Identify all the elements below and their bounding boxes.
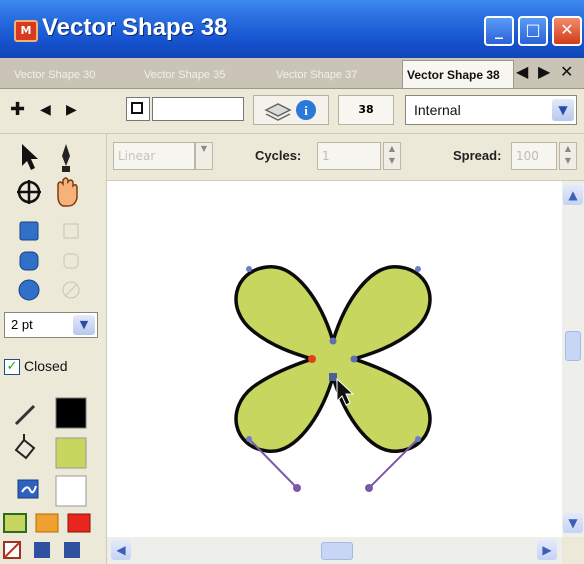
scroll-up-icon[interactable]: ▲ [563,185,583,205]
no-color-icon[interactable] [3,541,21,559]
tab-close-icon[interactable]: ✕ [560,62,573,81]
anchor-point[interactable] [329,337,337,345]
scroll-down-icon[interactable]: ▼ [563,513,583,533]
tab-vector-shape-30[interactable]: Vector Shape 30 [10,64,134,86]
gradient-mode-select[interactable]: Linear [113,142,195,170]
swap-colors-icon[interactable] [34,542,50,558]
clover-shape[interactable] [234,265,432,453]
crosshair-icon[interactable] [17,180,41,204]
bezier-handle-point[interactable] [293,484,301,492]
effect-swatch[interactable] [55,475,87,507]
app-icon: M [14,20,38,42]
horizontal-scroll-thumb[interactable] [321,542,353,560]
scroll-corner [562,537,584,564]
anchor-point[interactable] [350,355,358,363]
tab-scroll-right-icon[interactable]: ▶ [538,62,550,81]
chevron-down-icon[interactable]: ▼ [195,142,213,170]
preset-green-swatch[interactable] [3,513,27,533]
closed-checkbox-row[interactable]: ✓ Closed [4,356,100,380]
shape-outline-icon[interactable] [126,97,150,121]
vector-shape-drawing[interactable] [107,181,562,537]
vector-shape-window: M Vector Shape 38 _ □ ✕ Vector Shape 30 … [0,0,584,564]
scroll-right-icon[interactable]: ▶ [537,540,557,560]
maximize-button[interactable]: □ [518,16,548,46]
stroke-width-value: 2 pt [11,317,33,332]
chevron-down-icon[interactable]: ▼ [552,99,574,121]
spread-spinner[interactable]: ▲ ▼ [559,142,577,170]
cycles-label: Cycles: [255,148,302,163]
rounded-rectangle-outline-icon[interactable] [63,253,79,269]
tab-scroll-left-icon[interactable]: ◀ [516,62,528,81]
stroke-width-select[interactable]: 2 pt ▼ [4,312,98,338]
shape-name-input[interactable] [152,97,244,121]
stroke-color-swatch[interactable] [55,397,87,429]
cycles-spinner[interactable]: ▲ ▼ [383,142,401,170]
title-bar[interactable]: M Vector Shape 38 _ □ ✕ [0,0,584,58]
sort-mode-value: Internal [414,102,461,118]
pen-tool-icon[interactable] [62,144,70,172]
tab-row: Vector Shape 30 Vector Shape 35 Vector S… [0,58,584,89]
minimize-button[interactable]: _ [484,16,514,46]
spread-label: Spread: [453,148,502,163]
drawing-canvas[interactable] [107,181,562,537]
anchor-point[interactable] [246,266,252,272]
tab-vector-shape-37[interactable]: Vector Shape 37 [272,64,394,86]
rectangle-outline-icon[interactable] [63,223,79,239]
close-button[interactable]: ✕ [552,16,582,46]
vertical-scroll-thumb[interactable] [565,331,581,361]
spread-input[interactable]: 100 [511,142,557,170]
vertical-scrollbar[interactable]: ▲ ▼ [562,181,584,537]
horizontal-scrollbar[interactable]: ◀ ▶ [107,537,562,564]
effect-icon[interactable] [17,479,39,499]
layers-info-icon[interactable]: i [254,96,328,124]
tool-panel-graphics [3,144,91,559]
rounded-rectangle-tool-icon[interactable] [19,251,39,271]
sort-mode-select[interactable]: Internal ▼ [405,95,577,125]
fill-color-swatch[interactable] [55,437,87,469]
add-shape-icon[interactable]: ✚ [10,99,25,120]
shape-icon-group: i [253,95,329,125]
tab-vector-shape-38[interactable]: Vector Shape 38 [402,60,514,88]
shape-number-field[interactable]: 38 [338,95,394,125]
shape-toolbar: ✚ ◀ ▶ i 38 Internal ▼ [0,89,584,134]
closed-label: Closed [24,358,68,374]
select-arrow-icon[interactable] [22,144,38,170]
gradient-options-bar: Linear ▼ Cycles: 1 ▲ ▼ Spread: 100 ▲ ▼ [107,134,584,181]
anchor-point[interactable] [246,436,252,442]
rectangle-tool-icon[interactable] [19,221,39,241]
preset-red-swatch[interactable] [67,513,91,533]
ellipse-tool-icon[interactable] [18,279,40,301]
previous-shape-icon[interactable]: ◀ [40,102,51,118]
window-title: Vector Shape 38 [42,14,228,41]
next-shape-icon[interactable]: ▶ [66,102,77,118]
fill-bucket-icon[interactable] [14,434,36,460]
svg-text:i: i [304,103,308,118]
preset-orange-swatch[interactable] [35,513,59,533]
scroll-left-icon[interactable]: ◀ [111,540,131,560]
selected-anchor-point[interactable] [308,355,316,363]
closed-checkbox[interactable]: ✓ [4,359,20,375]
hand-icon[interactable] [57,177,78,207]
chevron-down-icon[interactable]: ▼ [73,315,95,335]
cycles-input[interactable]: 1 [317,142,381,170]
ellipse-outline-icon[interactable] [62,281,80,299]
anchor-point[interactable] [415,436,421,442]
tool-panel: 2 pt ▼ ✓ Closed [0,134,107,564]
bezier-handle-point[interactable] [365,484,373,492]
tab-vector-shape-35[interactable]: Vector Shape 35 [140,64,264,86]
anchor-point-square[interactable] [329,373,337,381]
anchor-point[interactable] [415,266,421,272]
pencil-icon[interactable] [14,404,36,426]
default-colors-icon[interactable] [64,542,80,558]
